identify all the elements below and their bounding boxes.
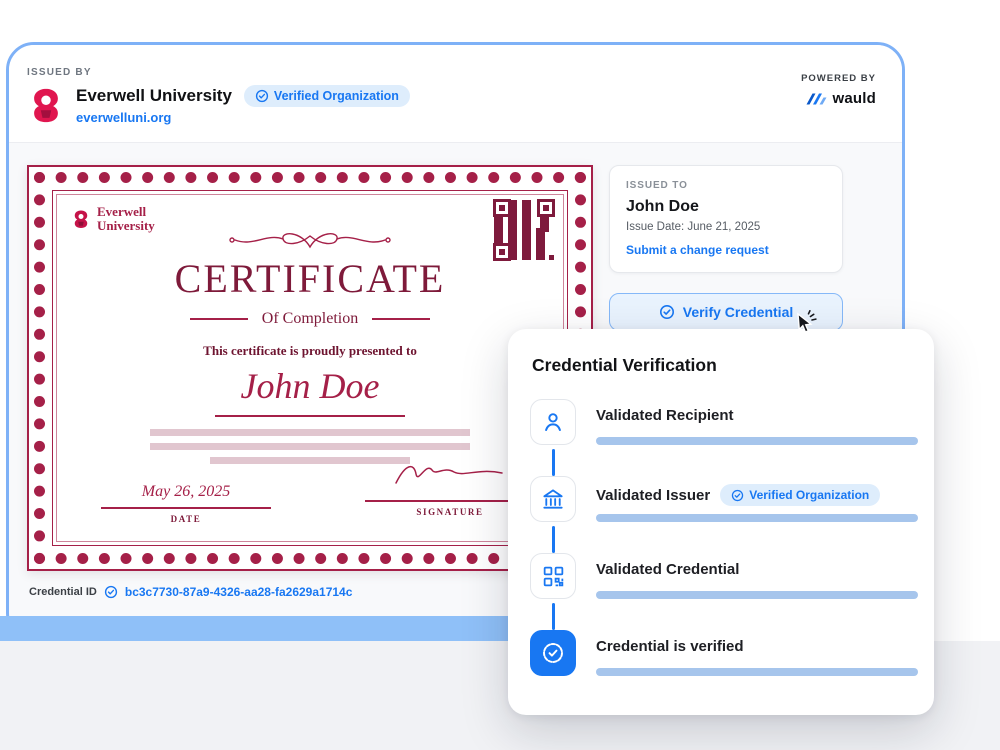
cert-org-line2: University — [97, 218, 155, 234]
brand-name: wauld — [832, 90, 876, 107]
verified-organization-badge: Verified Organization — [243, 85, 410, 107]
qr-code — [493, 199, 555, 261]
card-header: ISSUED BY Everwell University Verified O… — [9, 45, 902, 143]
certificate-date: May 26, 2025 — [141, 483, 231, 500]
step-label: Credential is verified — [596, 638, 744, 655]
issued-by-label: ISSUED BY — [27, 67, 92, 78]
recipient-name: John Doe — [240, 366, 380, 406]
page: ISSUED BY Everwell University Verified O… — [0, 0, 1000, 750]
step-progress-bar — [596, 668, 918, 676]
step-icon-box — [530, 630, 576, 676]
check-circle-icon — [732, 489, 744, 501]
issued-to-name: John Doe — [626, 198, 699, 215]
qr-icon — [543, 566, 563, 586]
cursor-pointer-icon — [797, 310, 817, 333]
seal-check-icon — [543, 643, 563, 663]
signature-scribble — [395, 465, 503, 484]
step-icon-box — [530, 399, 576, 445]
everwell-logo-small — [74, 210, 88, 229]
verified-organization-badge: Verified Organization — [720, 484, 881, 506]
step-connector — [551, 603, 555, 630]
bank-icon — [543, 489, 563, 509]
step-label: Validated Issuer Verified Organization — [596, 484, 881, 506]
certificate-subtitle: Of Completion — [261, 310, 359, 327]
step-icon-box — [530, 553, 576, 599]
cert-org-line1: Everwell — [97, 204, 147, 219]
issued-to-label: ISSUED TO — [626, 180, 688, 191]
issued-to-card: ISSUED TO John Doe Issue Date: June 21, … — [609, 165, 843, 273]
check-circle-icon — [255, 89, 269, 103]
step-label: Validated Credential — [596, 561, 740, 578]
org-url-link[interactable]: everwelluni.org — [76, 110, 410, 125]
step-connector — [551, 526, 555, 553]
step-label: Validated Recipient — [596, 407, 734, 424]
submit-change-request-link[interactable]: Submit a change request — [626, 243, 826, 257]
modal-title: Credential Verification — [532, 355, 717, 375]
step-icon-box — [530, 476, 576, 522]
everwell-logo — [34, 88, 58, 123]
issue-date: Issue Date: June 21, 2025 — [626, 221, 761, 233]
step-progress-bar — [596, 437, 918, 445]
credential-verification-modal: Credential Verification Validated Recipi… — [508, 329, 934, 715]
step-progress-bar — [596, 591, 918, 599]
certificate-title: CERTIFICATE — [174, 256, 446, 301]
credential-id-label: Credential ID — [29, 586, 97, 598]
wauld-logo — [806, 93, 827, 104]
link-check-icon — [104, 585, 117, 599]
step-connector — [551, 449, 555, 476]
date-label: DATE — [170, 513, 202, 524]
check-circle-icon — [659, 305, 674, 319]
org-name: Everwell University — [76, 86, 232, 105]
step-progress-bar — [596, 514, 918, 522]
flourish-ornament — [229, 233, 391, 249]
powered-by-label: POWERED BY — [801, 73, 876, 84]
user-icon — [545, 413, 561, 431]
credential-id-value[interactable]: bc3c7730-87a9-4326-aa28-fa2629a1714c — [125, 585, 353, 599]
presented-text: This certificate is proudly presented to — [203, 343, 417, 358]
